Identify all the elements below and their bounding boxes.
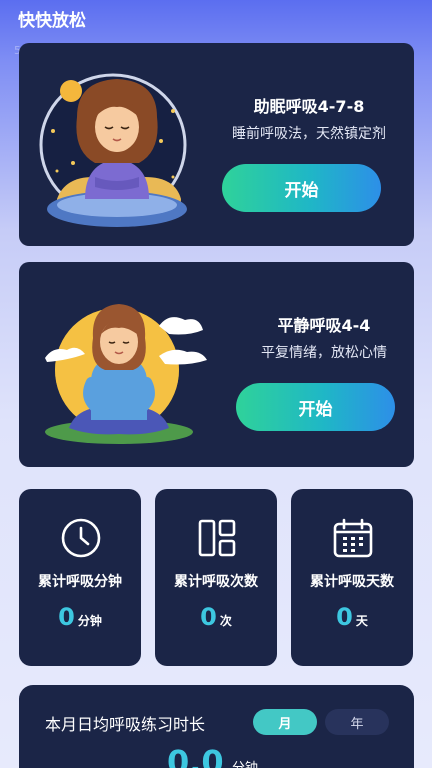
- app-title: 快快放松: [18, 11, 86, 31]
- clock-icon: [61, 518, 101, 558]
- stat-value-row: 0次: [155, 603, 277, 631]
- card-title: 平静呼吸4-4: [277, 316, 371, 335]
- stat-value: 0: [336, 603, 353, 631]
- stat-unit: 次: [219, 614, 232, 628]
- calm-breathing-card[interactable]: 平静呼吸4-4 平复情绪，放松心情 开始: [19, 262, 414, 467]
- start-calm-button[interactable]: 开始: [236, 383, 395, 431]
- stat-value-row: 0天: [291, 603, 413, 631]
- layout-grid-icon: [198, 519, 236, 557]
- stat-value: 0: [200, 603, 217, 631]
- monthly-title: 本月日均呼吸练习时长: [45, 715, 206, 734]
- stat-label: 累计呼吸天数: [310, 574, 394, 590]
- tab-year[interactable]: 年: [325, 709, 389, 735]
- monthly-average-card: 本月日均呼吸练习时长 月 年 0.0 分钟: [19, 685, 414, 768]
- stat-label: 累计呼吸次数: [174, 574, 258, 590]
- start-sleep-button[interactable]: 开始: [222, 164, 381, 212]
- meditating-girl-illustration: [45, 304, 207, 444]
- calendar-icon: [333, 518, 373, 558]
- sleeping-girl-illustration: [39, 73, 187, 227]
- monthly-unit: 分钟: [232, 757, 258, 768]
- card-subtitle: 平复情绪，放松心情: [261, 345, 387, 361]
- card-title: 助眠呼吸4-7-8: [253, 97, 365, 116]
- stat-unit: 分钟: [77, 614, 102, 628]
- stat-value: 0: [58, 603, 75, 631]
- card-subtitle: 睡前呼吸法，天然镇定剂: [232, 126, 386, 142]
- monthly-value: 0.0: [167, 743, 224, 768]
- stat-card-count: 累计呼吸次数 0次: [155, 489, 277, 666]
- sleep-breathing-card[interactable]: 助眠呼吸4-7-8 睡前呼吸法，天然镇定剂 开始: [19, 43, 414, 246]
- stat-unit: 天: [355, 614, 368, 628]
- stat-value-row: 0 分钟: [19, 603, 141, 631]
- stat-label: 累计呼吸分钟: [38, 574, 122, 590]
- stat-card-minutes: 累计呼吸分钟 0 分钟: [19, 489, 141, 666]
- tab-month[interactable]: 月: [253, 709, 317, 735]
- stat-card-days: 累计呼吸天数 0天: [291, 489, 413, 666]
